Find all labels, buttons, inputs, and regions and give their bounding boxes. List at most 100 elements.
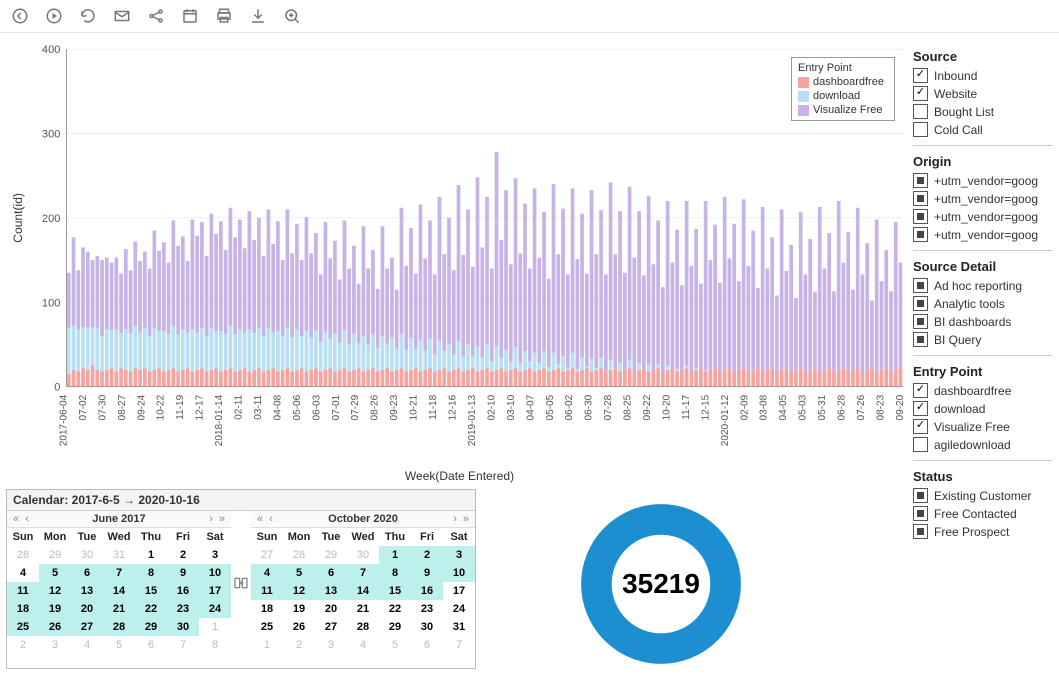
checkbox-icon[interactable] [913,314,928,329]
cal-day[interactable]: 28 [347,618,379,636]
cal-day[interactable]: 14 [103,582,135,600]
checkbox-icon[interactable] [913,68,928,83]
cal-day[interactable]: 7 [443,636,475,654]
cal-next-icon[interactable]: › [453,513,457,525]
cal-day[interactable]: 29 [315,546,347,564]
cal-day[interactable]: 29 [39,546,71,564]
cal-day[interactable]: 23 [411,600,443,618]
cal-day[interactable]: 14 [347,582,379,600]
checkbox-icon[interactable] [913,506,928,521]
cal-day[interactable]: 28 [7,546,39,564]
cal-day[interactable]: 7 [167,636,199,654]
cal-day[interactable]: 22 [135,600,167,618]
cal-day[interactable]: 5 [283,564,315,582]
cal-day[interactable]: 31 [443,618,475,636]
checkbox-icon[interactable] [913,524,928,539]
share-icon[interactable] [146,6,166,26]
print-icon[interactable] [214,6,234,26]
cal-day[interactable]: 21 [103,600,135,618]
cal-day[interactable]: 25 [251,618,283,636]
filter-option[interactable]: Cold Call [913,122,1053,137]
checkbox-icon[interactable] [913,437,928,452]
cal-day[interactable]: 7 [347,564,379,582]
cal-day[interactable]: 20 [315,600,347,618]
cal-day[interactable]: 24 [199,600,231,618]
checkbox-icon[interactable] [913,278,928,293]
filter-option[interactable]: +utm_vendor=goog [913,173,1053,188]
cal-day[interactable]: 13 [315,582,347,600]
cal-day[interactable]: 29 [379,618,411,636]
checkbox-icon[interactable] [913,173,928,188]
cal-day[interactable]: 4 [251,564,283,582]
cal-day[interactable]: 11 [7,582,39,600]
filter-option[interactable]: Ad hoc reporting [913,278,1053,293]
back-icon[interactable] [10,6,30,26]
cal-day[interactable]: 22 [379,600,411,618]
filter-option[interactable]: Existing Customer [913,488,1053,503]
download-icon[interactable] [248,6,268,26]
cal-day[interactable]: 23 [167,600,199,618]
cal-day[interactable]: 1 [379,546,411,564]
cal-next-fast-icon[interactable]: » [463,513,469,525]
filter-option[interactable]: Free Prospect [913,524,1053,539]
cal-day[interactable]: 11 [251,582,283,600]
cal-day[interactable]: 18 [251,600,283,618]
cal-day[interactable]: 17 [199,582,231,600]
filter-option[interactable]: BI Query [913,332,1053,347]
cal-prev-icon[interactable]: ‹ [25,513,29,525]
cal-day[interactable]: 1 [251,636,283,654]
cal-day[interactable]: 28 [283,546,315,564]
cal-day[interactable]: 9 [167,564,199,582]
filter-option[interactable]: Website [913,86,1053,101]
cal-day[interactable]: 31 [103,546,135,564]
checkbox-icon[interactable] [913,227,928,242]
cal-day[interactable]: 27 [71,618,103,636]
cal-day[interactable]: 26 [39,618,71,636]
filter-option[interactable]: Bought List [913,104,1053,119]
filter-option[interactable]: Inbound [913,68,1053,83]
calendar-link-icon[interactable] [231,511,251,654]
cal-day[interactable]: 8 [135,564,167,582]
filter-option[interactable]: +utm_vendor=goog [913,227,1053,242]
cal-day[interactable]: 9 [411,564,443,582]
cal-day[interactable]: 2 [283,636,315,654]
cal-day[interactable]: 27 [315,618,347,636]
cal-day[interactable]: 8 [199,636,231,654]
cal-prev-icon[interactable]: ‹ [269,513,273,525]
cal-day[interactable]: 26 [283,618,315,636]
play-icon[interactable] [44,6,64,26]
cal-day[interactable]: 19 [39,600,71,618]
cal-day[interactable]: 30 [411,618,443,636]
cal-day[interactable]: 2 [411,546,443,564]
filter-option[interactable]: +utm_vendor=goog [913,191,1053,206]
cal-day[interactable]: 4 [7,564,39,582]
checkbox-icon[interactable] [913,401,928,416]
cal-day[interactable]: 6 [71,564,103,582]
cal-day[interactable]: 16 [411,582,443,600]
cal-day[interactable]: 15 [379,582,411,600]
cal-day[interactable]: 16 [167,582,199,600]
cal-day[interactable]: 13 [71,582,103,600]
cal-day[interactable]: 30 [71,546,103,564]
cal-day[interactable]: 17 [443,582,475,600]
cal-day[interactable]: 18 [7,600,39,618]
checkbox-icon[interactable] [913,296,928,311]
filter-option[interactable]: Visualize Free [913,419,1053,434]
cal-day[interactable]: 6 [315,564,347,582]
cal-next-fast-icon[interactable]: » [219,513,225,525]
cal-day[interactable]: 30 [167,618,199,636]
cal-day[interactable]: 6 [135,636,167,654]
cal-day[interactable]: 10 [199,564,231,582]
filter-option[interactable]: Free Contacted [913,506,1053,521]
cal-day[interactable]: 3 [443,546,475,564]
cal-day[interactable]: 28 [103,618,135,636]
checkbox-icon[interactable] [913,86,928,101]
cal-day[interactable]: 30 [347,546,379,564]
cal-day[interactable]: 8 [379,564,411,582]
checkbox-icon[interactable] [913,209,928,224]
checkbox-icon[interactable] [913,191,928,206]
filter-option[interactable]: +utm_vendor=goog [913,209,1053,224]
filter-option[interactable]: agiledownload [913,437,1053,452]
cal-day[interactable]: 1 [199,618,231,636]
filter-option[interactable]: Analytic tools [913,296,1053,311]
